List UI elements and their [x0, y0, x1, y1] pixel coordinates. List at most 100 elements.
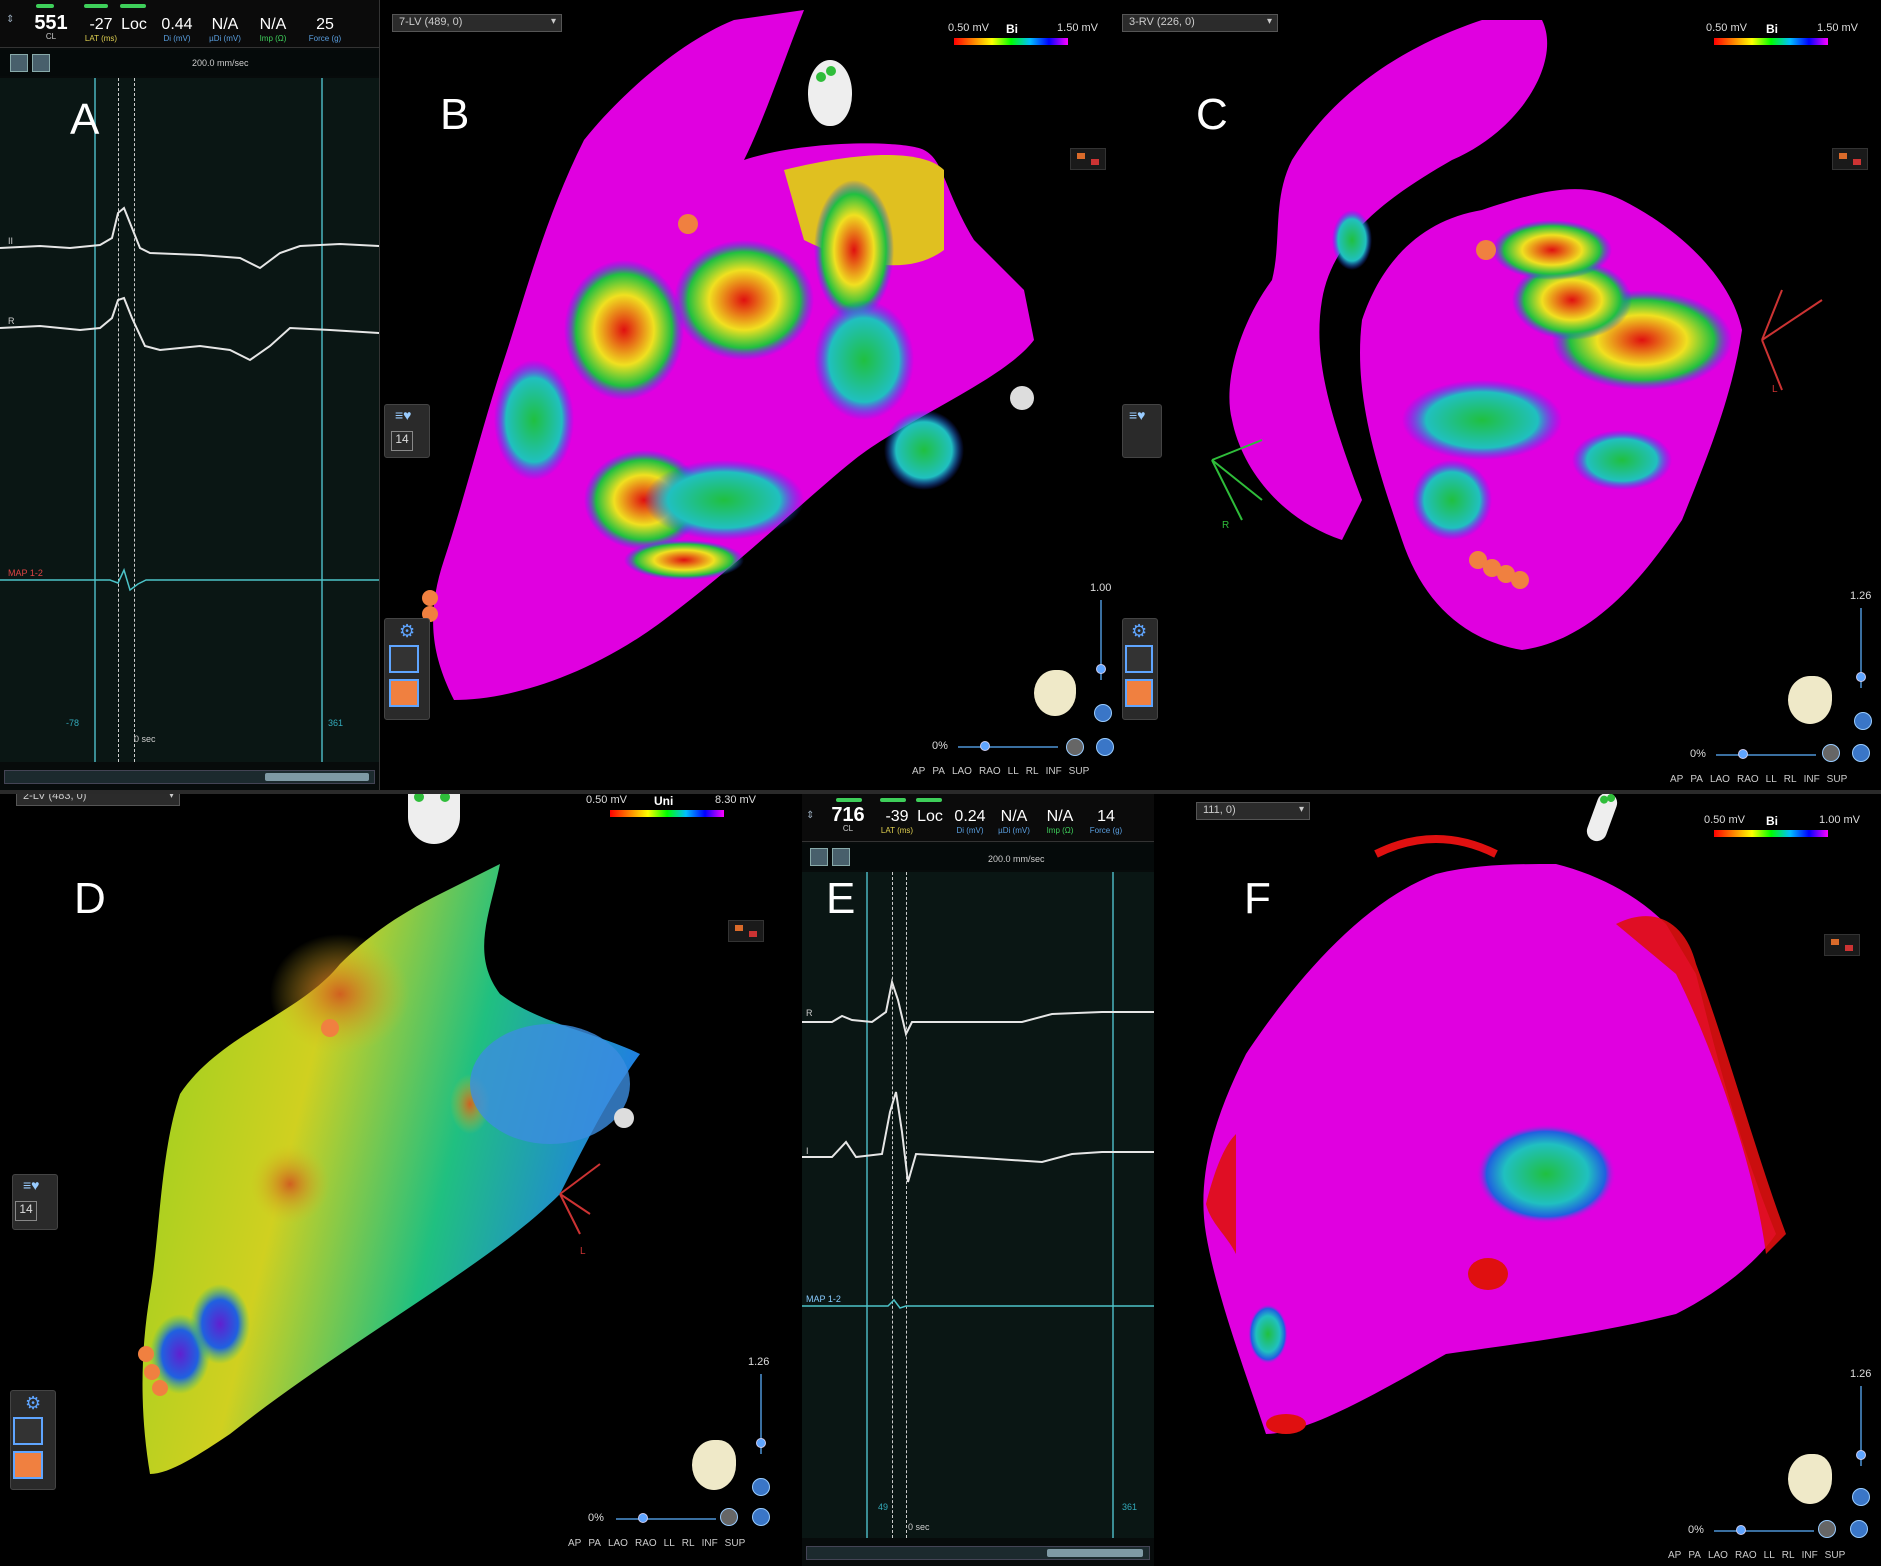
zoom-value: 1.00 — [1090, 582, 1112, 594]
view-button[interactable] — [1852, 744, 1870, 762]
overlay-widget[interactable] — [728, 920, 764, 942]
ecg-header: ⇕ 551 CL -27 LAT (ms) Loc 0.44 Di (mV) N… — [0, 0, 379, 48]
rect-tool-icon — [1125, 645, 1153, 673]
cl-value: 716 — [831, 804, 865, 826]
axis-l-label: L — [580, 1246, 586, 1257]
render-tools[interactable]: ⚙ — [1122, 618, 1158, 720]
tag-icon: ≡♥ — [23, 1177, 40, 1193]
reset-button[interactable] — [1066, 738, 1084, 756]
cl-value: 551 — [34, 12, 68, 34]
tag-icon: ≡♥ — [395, 407, 412, 423]
trace3-label: MAP 1-2 — [806, 1294, 841, 1304]
zoom-down-button[interactable] — [752, 1478, 770, 1496]
reset-button[interactable] — [720, 1508, 738, 1526]
gear-icon: ⚙ — [399, 621, 416, 641]
panel-a-letter: A — [70, 95, 100, 144]
panel-c-letter: C — [1196, 90, 1228, 139]
panel-c-map: 3-RV (226, 0) ▾ 0.50 mV Bi 1.50 mV R L ≡… — [1122, 0, 1881, 790]
reset-button[interactable] — [1818, 1520, 1836, 1538]
heart-orientation-icon — [692, 1440, 736, 1490]
rv-voltage-map[interactable] — [1122, 0, 1881, 790]
lat-label: LAT (ms) — [84, 34, 118, 43]
view-presets[interactable]: AP PA LAO RAO LL RL INF SUP — [1668, 1550, 1852, 1561]
ecg-toolbar: 200.0 mm/sec — [0, 50, 379, 76]
loc-value: Loc — [917, 808, 943, 825]
rect-tool-icon — [13, 1417, 43, 1445]
imp-value: N/A — [1046, 808, 1074, 825]
gear-icon: ⚙ — [25, 1393, 42, 1413]
ecg-trace-area[interactable]: R I MAP 1-2 49 0 sec 361 — [802, 872, 1154, 1538]
panel-a-ecg: ⇕ 551 CL -27 LAT (ms) Loc 0.44 Di (mV) N… — [0, 0, 380, 790]
heart-orientation-icon — [1788, 676, 1832, 724]
layout-icon[interactable] — [10, 54, 28, 72]
lv-voltage-map[interactable] — [384, 0, 1120, 790]
loc-value: Loc — [121, 16, 147, 33]
ecg-scrollbar[interactable] — [4, 770, 375, 784]
udi-label: µDi (mV) — [209, 34, 241, 43]
window-right: 361 — [328, 718, 344, 728]
overlay-widget[interactable] — [1824, 934, 1860, 956]
overlay-widget[interactable] — [1832, 148, 1868, 170]
panel-b-letter: B — [440, 90, 470, 139]
color-tool-icon — [1125, 679, 1153, 707]
zoom-down-button[interactable] — [1852, 1488, 1870, 1506]
bipolar-voltage-map[interactable] — [1196, 794, 1881, 1566]
sweep-speed: 200.0 mm/sec — [988, 854, 1045, 864]
force-value: 14 — [1097, 808, 1115, 825]
color-tool-icon — [13, 1451, 43, 1479]
head-orientation-icon — [808, 60, 852, 126]
render-tools[interactable]: ⚙ — [10, 1390, 56, 1490]
trace3-label: MAP 1-2 — [8, 568, 43, 578]
panel-f-letter: F — [1244, 874, 1271, 923]
view-presets[interactable]: AP PA LAO RAO LL RL INF SUP — [912, 766, 1096, 777]
opacity-value: 0% — [1688, 1524, 1704, 1536]
heart-orientation-icon — [1034, 670, 1076, 716]
collapse-arrows-icon[interactable]: ⇕ — [6, 14, 14, 25]
opacity-slider[interactable] — [1716, 754, 1816, 756]
panel-b-map: 7-LV (489, 0)▾ 0.50 mV Bi 1.50 mV ≡♥ 14 — [384, 0, 1120, 790]
opacity-slider[interactable] — [616, 1518, 716, 1520]
zoom-value: 1.26 — [1850, 1368, 1872, 1380]
cl-label: CL — [842, 824, 854, 833]
view-presets[interactable]: AP PA LAO RAO LL RL INF SUP — [1670, 774, 1854, 785]
zoom-down-button[interactable] — [1854, 712, 1872, 730]
settings-icon[interactable] — [832, 848, 850, 866]
tag-tool[interactable]: ≡♥ — [1122, 404, 1162, 458]
trace2-label: R — [8, 316, 15, 326]
color-tool-icon — [389, 679, 419, 707]
opacity-slider[interactable] — [1714, 1530, 1814, 1532]
tag-tool[interactable]: ≡♥ 14 — [384, 404, 430, 458]
force-label: Force (g) — [308, 34, 342, 43]
tag-tool[interactable]: ≡♥ 14 — [12, 1174, 58, 1230]
imp-value: N/A — [259, 16, 287, 33]
di-label: Di (mV) — [956, 826, 984, 835]
force-value: 25 — [316, 16, 334, 33]
view-button[interactable] — [1096, 738, 1114, 756]
collapse-arrows-icon[interactable]: ⇕ — [806, 810, 814, 821]
render-tools[interactable]: ⚙ — [384, 618, 430, 720]
view-button[interactable] — [752, 1508, 770, 1526]
di-value: 0.24 — [954, 808, 986, 825]
settings-icon[interactable] — [32, 54, 50, 72]
panel-f-map: 111, 0) ▾ 0.50 mV Bi 1.00 mV 1.26 0% AP PA… — [1196, 794, 1881, 1566]
layout-icon[interactable] — [810, 848, 828, 866]
heart-orientation-icon — [1788, 1454, 1832, 1504]
udi-value: N/A — [1000, 808, 1028, 825]
opacity-slider[interactable] — [958, 746, 1058, 748]
ecg-header: ⇕ 716 CL -39 LAT (ms) Loc 0.24 Di (mV) N… — [802, 794, 1154, 842]
trace1-label: II — [8, 236, 14, 246]
tag-icon: ≡♥ — [1129, 407, 1146, 423]
tag-count: 14 — [15, 1201, 37, 1221]
view-presets[interactable]: AP PA LAO RAO LL RL INF SUP — [568, 1538, 752, 1549]
tag-count: 14 — [391, 431, 413, 451]
zoom-down-button[interactable] — [1094, 704, 1112, 722]
view-button[interactable] — [1850, 1520, 1868, 1538]
ecg-trace-area[interactable]: II R MAP 1-2 -78 0 sec 361 — [0, 78, 379, 762]
force-label: Force (g) — [1089, 826, 1123, 835]
zero-mark: 0 sec — [134, 734, 156, 744]
ecg-scrollbar[interactable] — [806, 1546, 1150, 1560]
reset-button[interactable] — [1822, 744, 1840, 762]
di-label: Di (mV) — [163, 34, 191, 43]
overlay-widget[interactable] — [1070, 148, 1106, 170]
lv-unipolar-map[interactable] — [0, 794, 800, 1566]
